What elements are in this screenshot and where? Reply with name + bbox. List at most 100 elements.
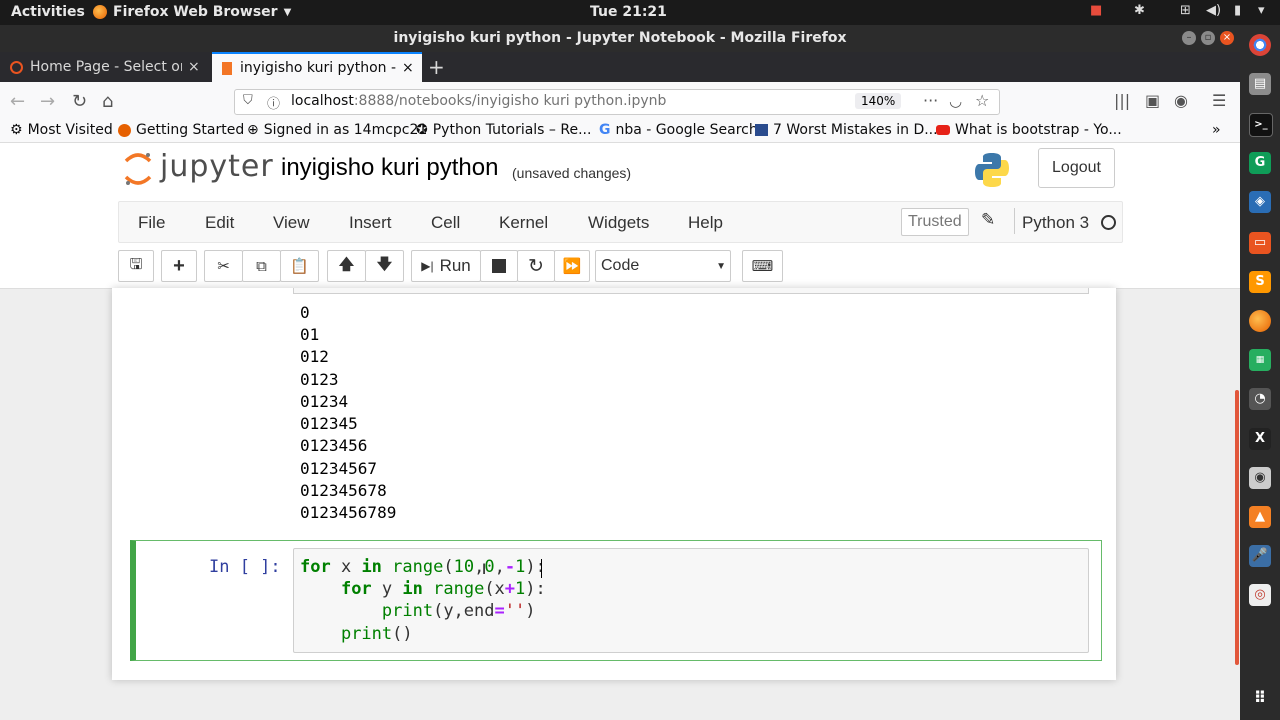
- scissors-icon: ✂: [217, 258, 230, 275]
- menu-help[interactable]: Help: [688, 213, 723, 233]
- clock[interactable]: Tue 21:21: [590, 4, 667, 20]
- info-icon[interactable]: ⓘ: [267, 93, 280, 112]
- window-title: inyigisho kuri python - Jupyter Notebook…: [0, 25, 1240, 52]
- zoom-level[interactable]: 140%: [855, 93, 902, 109]
- jupyter-wordmark[interactable]: jupyter: [160, 149, 274, 184]
- maximize-icon[interactable]: ▫: [1201, 31, 1215, 45]
- vlc-icon[interactable]: ▲: [1249, 506, 1271, 528]
- firefox-icon[interactable]: [1249, 310, 1271, 332]
- terminal-icon[interactable]: >_: [1249, 113, 1273, 137]
- copy-button[interactable]: ⧉: [242, 250, 281, 282]
- paste-button[interactable]: 📋: [280, 250, 319, 282]
- recorder-icon[interactable]: ◎: [1249, 584, 1271, 606]
- kernel-name[interactable]: Python 3: [1022, 213, 1089, 233]
- hamburger-menu-icon[interactable]: ☰: [1212, 91, 1226, 110]
- pencil-icon[interactable]: ✎: [981, 210, 995, 230]
- insert-cell-button[interactable]: +: [161, 250, 197, 282]
- tab-notebook[interactable]: inyigisho kuri python - Ju ×: [212, 52, 422, 82]
- kernel-idle-icon: [1101, 215, 1116, 230]
- folder-icon[interactable]: ▭: [1249, 232, 1271, 254]
- cut-button[interactable]: ✂: [204, 250, 243, 282]
- bookmark-worst-mistakes[interactable]: 7 Worst Mistakes in D...: [755, 122, 938, 138]
- new-tab-button[interactable]: +: [428, 52, 448, 82]
- volume-icon[interactable]: ◀): [1206, 3, 1221, 18]
- minimize-icon[interactable]: –: [1182, 31, 1196, 45]
- save-button[interactable]: 🖫: [118, 250, 154, 282]
- sidebar-icon[interactable]: ▣: [1145, 91, 1160, 110]
- menu-view[interactable]: View: [273, 213, 310, 233]
- command-palette-button[interactable]: ⌨: [742, 250, 783, 282]
- bookmark-signed-in[interactable]: ⊕ Signed in as 14mcpc21: [247, 122, 427, 138]
- interrupt-button[interactable]: [480, 250, 518, 282]
- bookmark-star-icon[interactable]: ☆: [975, 91, 989, 110]
- tab-close-icon[interactable]: ×: [188, 59, 200, 75]
- menu-cell[interactable]: Cell: [431, 213, 460, 233]
- bluetooth-icon[interactable]: ✱: [1134, 3, 1145, 18]
- menu-widgets[interactable]: Widgets: [588, 213, 649, 233]
- move-up-button[interactable]: 🡅: [327, 250, 366, 282]
- bookmark-bootstrap[interactable]: What is bootstrap - Yo...: [936, 122, 1122, 138]
- network-icon[interactable]: ⊞: [1180, 3, 1191, 18]
- virtualbox-icon[interactable]: ◈: [1249, 191, 1271, 213]
- code-line[interactable]: for x in range(10,0,-1):: [300, 557, 546, 577]
- camera-icon[interactable]: ◉: [1249, 467, 1271, 489]
- account-icon[interactable]: ◉: [1174, 91, 1188, 110]
- menu-kernel[interactable]: Kernel: [499, 213, 548, 233]
- bookmark-label: 7 Worst Mistakes in D...: [773, 122, 938, 138]
- show-applications-icon[interactable]: ⠿: [1249, 687, 1271, 709]
- jupyter-logo[interactable]: [122, 151, 154, 191]
- bookmark-most-visited[interactable]: ⚙ Most Visited: [10, 122, 113, 138]
- tab-close-icon[interactable]: ×: [402, 60, 414, 76]
- microphone-icon[interactable]: 🎤: [1249, 545, 1271, 567]
- page-actions-icon[interactable]: ···: [923, 91, 938, 110]
- bookmark-nba-search[interactable]: Gnba - Google Search: [599, 122, 758, 138]
- bookmark-getting-started[interactable]: Getting Started: [118, 122, 244, 138]
- trusted-indicator[interactable]: Trusted: [901, 208, 969, 236]
- cell-type-select[interactable]: Code ▼: [595, 250, 731, 282]
- activities-button[interactable]: Activities: [11, 4, 85, 20]
- library-icon[interactable]: |||: [1114, 91, 1130, 110]
- tab-home-page[interactable]: Home Page - Select or cr ×: [0, 52, 210, 82]
- jupyter-logo-icon: [124, 153, 152, 185]
- forward-icon[interactable]: →: [40, 91, 55, 112]
- reload-icon[interactable]: ↻: [72, 91, 87, 112]
- close-window-icon[interactable]: ×: [1220, 31, 1234, 45]
- paste-icon: 📋: [290, 258, 309, 275]
- restart-button[interactable]: ↻: [517, 250, 555, 282]
- menu-file[interactable]: File: [138, 213, 165, 233]
- menu-edit[interactable]: Edit: [205, 213, 234, 233]
- shield-icon[interactable]: ⛉: [243, 93, 253, 108]
- screenshot-icon[interactable]: ◔: [1249, 388, 1271, 410]
- menu-insert[interactable]: Insert: [349, 213, 392, 233]
- system-menu-icon[interactable]: ▾: [1258, 3, 1265, 18]
- restart-run-all-button[interactable]: ⏩: [554, 250, 590, 282]
- chevron-down-icon: ▼: [283, 6, 292, 18]
- pocket-icon[interactable]: ◡: [949, 92, 962, 110]
- move-down-button[interactable]: 🡇: [365, 250, 404, 282]
- notebook-name[interactable]: inyigisho kuri python: [281, 154, 498, 182]
- system-top-bar: Activities Firefox Web Browser ▼ Tue 21:…: [0, 0, 1280, 25]
- x-app-icon[interactable]: X: [1249, 428, 1271, 450]
- run-button[interactable]: ▶| Run: [411, 250, 481, 282]
- address-bar[interactable]: ⛉ ⓘ localhost:8888/notebooks/inyigisho k…: [234, 89, 1000, 115]
- home-icon[interactable]: ⌂: [102, 91, 113, 112]
- python-tutorials-icon: ✪: [416, 122, 428, 138]
- logout-button[interactable]: Logout: [1038, 148, 1115, 188]
- code-line[interactable]: for y in range(x+1):: [300, 579, 546, 599]
- chrome-icon[interactable]: [1249, 34, 1271, 56]
- files-cabinet-icon[interactable]: ▤: [1249, 73, 1271, 95]
- code-line[interactable]: print(y,end=''): [300, 601, 536, 621]
- battery-icon[interactable]: ▮: [1234, 3, 1241, 18]
- bookmarks-toolbar: ⚙ Most Visited Getting Started ⊕ Signed in…: [0, 120, 1240, 143]
- spreadsheet-icon[interactable]: ▦: [1249, 349, 1271, 371]
- back-icon[interactable]: ←: [10, 91, 25, 112]
- g-app-icon[interactable]: G: [1249, 152, 1271, 174]
- bookmark-python-tutorials[interactable]: ✪ Python Tutorials – Re...: [416, 122, 591, 138]
- app-menu[interactable]: Firefox Web Browser ▼: [93, 4, 291, 20]
- more-bookmarks-icon[interactable]: »: [1212, 122, 1221, 138]
- sublime-text-icon[interactable]: S: [1249, 271, 1271, 293]
- code-line[interactable]: print(): [300, 624, 413, 644]
- camera-record-icon[interactable]: ■: [1090, 3, 1102, 18]
- previous-input-area[interactable]: [293, 288, 1089, 294]
- jupyter-header: jupyter inyigisho kuri python (unsaved c…: [0, 143, 1240, 201]
